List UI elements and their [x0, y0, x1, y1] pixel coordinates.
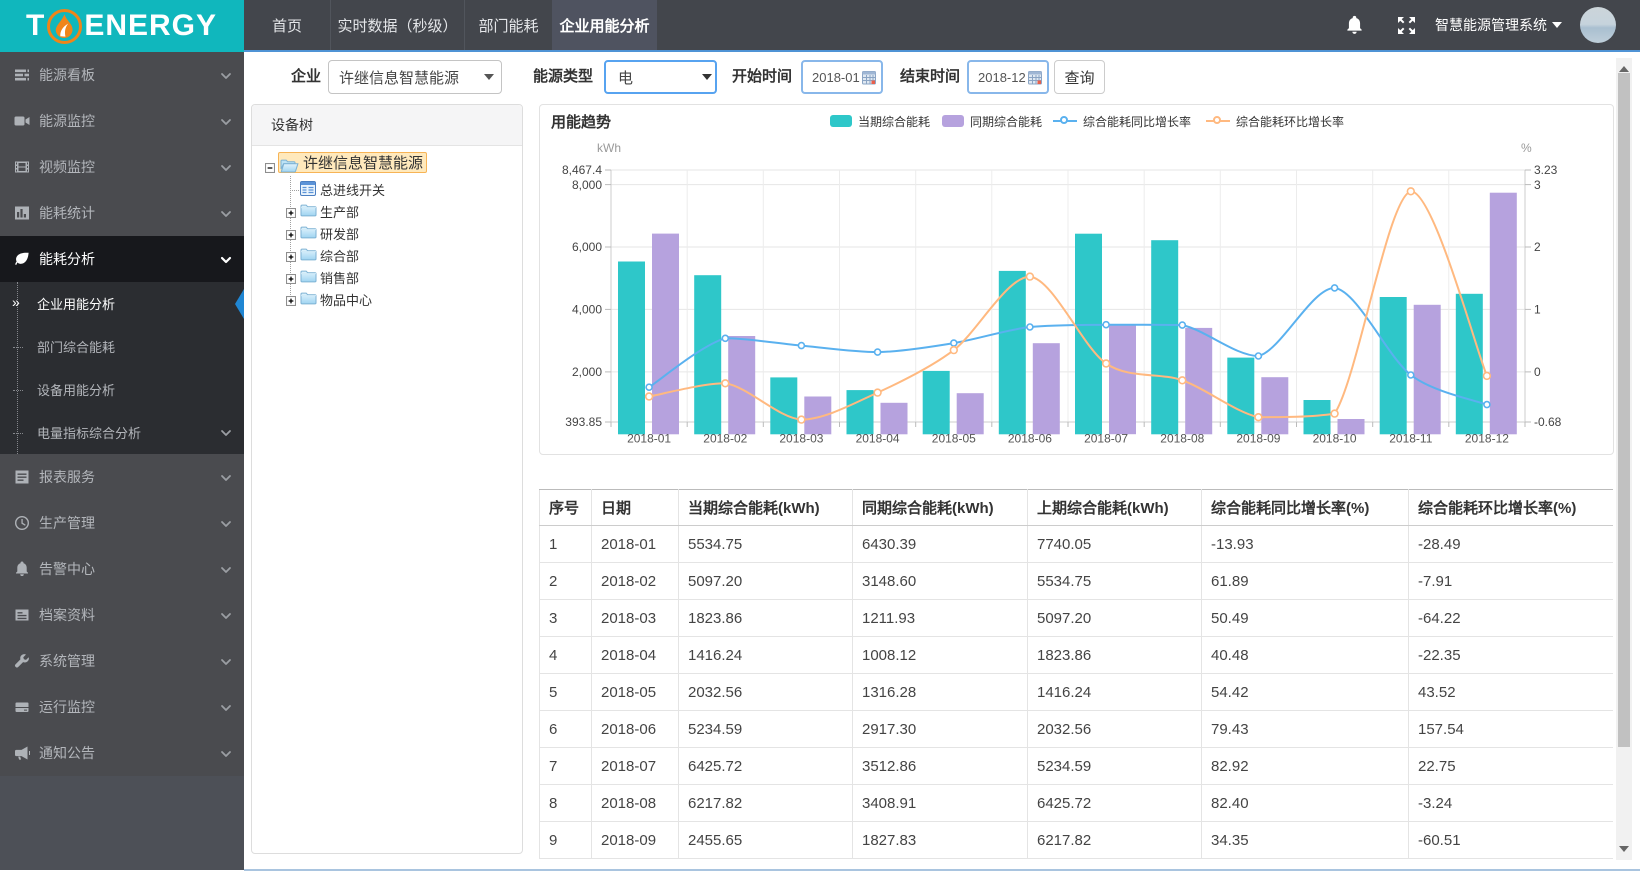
svg-text:2018-02: 2018-02 — [703, 432, 747, 446]
svg-text:2018-05: 2018-05 — [932, 432, 976, 446]
svg-text:6,000: 6,000 — [572, 240, 602, 254]
svg-text:8,000: 8,000 — [572, 178, 602, 192]
svg-text:2018-06: 2018-06 — [1008, 432, 1052, 446]
svg-text:2018-04: 2018-04 — [856, 432, 900, 446]
svg-text:2018-09: 2018-09 — [1236, 432, 1280, 446]
svg-text:2018-08: 2018-08 — [1160, 432, 1204, 446]
svg-text:2: 2 — [1534, 240, 1541, 254]
svg-text:4,000: 4,000 — [572, 303, 602, 317]
svg-text:0: 0 — [1534, 365, 1541, 379]
svg-text:2018-11: 2018-11 — [1389, 432, 1432, 446]
svg-text:393.85: 393.85 — [565, 415, 602, 429]
svg-text:2,000: 2,000 — [572, 365, 602, 379]
svg-text:kWh: kWh — [597, 141, 621, 155]
svg-text:%: % — [1521, 141, 1532, 155]
svg-text:1: 1 — [1534, 303, 1541, 317]
svg-text:2018-12: 2018-12 — [1465, 432, 1509, 446]
svg-text:8,467.4: 8,467.4 — [562, 163, 602, 177]
svg-text:2018-01: 2018-01 — [627, 432, 671, 446]
svg-text:2018-10: 2018-10 — [1313, 432, 1357, 446]
svg-text:-0.68: -0.68 — [1534, 415, 1562, 429]
svg-text:2018-07: 2018-07 — [1084, 432, 1128, 446]
svg-text:3.23: 3.23 — [1534, 163, 1558, 177]
svg-text:2018-03: 2018-03 — [779, 432, 823, 446]
svg-text:3: 3 — [1534, 178, 1541, 192]
